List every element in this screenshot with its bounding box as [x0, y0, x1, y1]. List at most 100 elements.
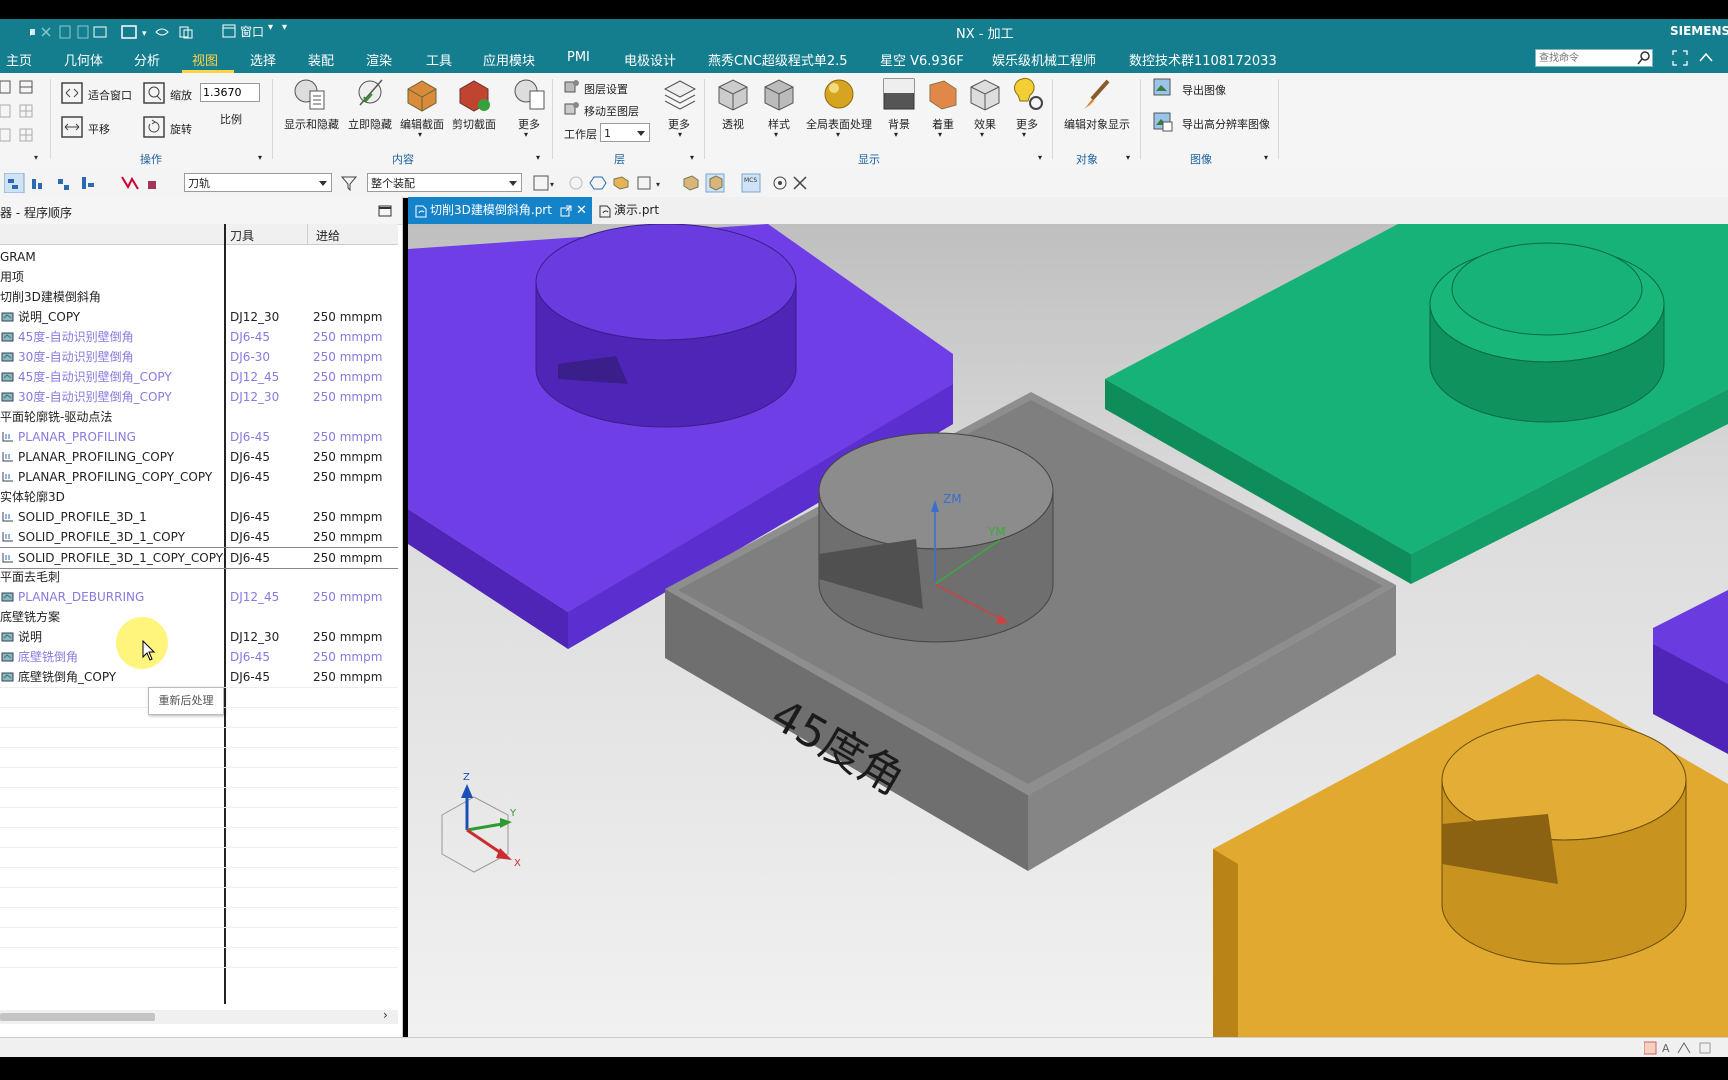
- effect-label[interactable]: 效果: [974, 116, 996, 132]
- menu-pmi[interactable]: PMI: [567, 50, 590, 65]
- background-label[interactable]: 背景: [888, 116, 910, 132]
- table-row[interactable]: 30度-自动识别壁倒角_COPY DJ12_30 250 mmpm: [0, 387, 398, 407]
- menu-home[interactable]: 主页: [6, 50, 32, 69]
- emphasis-label[interactable]: 着重: [932, 116, 954, 132]
- export-hires-image-label[interactable]: 导出高分辨率图像: [1182, 116, 1270, 132]
- clip-section-label[interactable]: 剪切截面: [452, 116, 496, 132]
- more-display-label[interactable]: 更多: [1016, 116, 1038, 132]
- table-row[interactable]: PLANAR_PROFILING_COPY_COPY DJ6-45 250 mmpm: [0, 467, 398, 487]
- scroll-right-icon[interactable]: ›: [383, 1008, 388, 1022]
- export-image-icon[interactable]: [1152, 77, 1174, 99]
- table-row[interactable]: 45度-自动识别壁倒角 DJ6-45 250 mmpm: [0, 327, 398, 347]
- collapse-ribbon-icon[interactable]: [1698, 51, 1714, 63]
- table-row[interactable]: 说明_COPY DJ12_30 250 mmpm: [0, 307, 398, 327]
- table-row[interactable]: SOLID_PROFILE_3D_1_COPY_COPY DJ6-45 250 mm…: [0, 547, 398, 569]
- table-row[interactable]: SOLID_PROFILE_3D_1_COPY DJ6-45 250 mmpm: [0, 527, 398, 547]
- table-row[interactable]: 切削3D建模倒斜角: [0, 287, 398, 307]
- column-tool-header[interactable]: 刀具: [230, 227, 254, 244]
- zoom-scale-input[interactable]: [200, 83, 260, 102]
- navigator-view-icons[interactable]: [4, 173, 174, 193]
- menu-electrode[interactable]: 电极设计: [624, 50, 676, 69]
- zoom-icon[interactable]: [142, 81, 166, 105]
- edit-object-display-icon[interactable]: [1080, 77, 1114, 111]
- move-to-layer-label[interactable]: 移动至图层: [584, 103, 639, 119]
- table-row[interactable]: 平面去毛刺: [0, 567, 398, 587]
- table-row[interactable]: 30度-自动识别壁倒角 DJ6-30 250 mmpm: [0, 347, 398, 367]
- global-surface-icon[interactable]: [822, 77, 856, 111]
- rotate-label[interactable]: 旋转: [170, 121, 192, 137]
- tab-document[interactable]: 演示.prt: [594, 197, 674, 224]
- menu-qq-group[interactable]: 数控技术群1108172033: [1129, 50, 1277, 69]
- export-image-label[interactable]: 导出图像: [1182, 82, 1226, 98]
- menu-yanxiu[interactable]: 燕秀CNC超级程式单2.5: [708, 50, 848, 69]
- table-row[interactable]: GRAM: [0, 247, 398, 267]
- work-layer-combo[interactable]: 1: [600, 123, 650, 142]
- more-content-icon[interactable]: [512, 77, 548, 113]
- move-to-layer-icon[interactable]: [564, 101, 580, 117]
- more-content-label[interactable]: 更多: [518, 116, 540, 132]
- edit-object-display-label[interactable]: 编辑对象显示: [1064, 116, 1130, 132]
- immediate-hide-icon[interactable]: [354, 77, 390, 113]
- table-row[interactable]: PLANAR_PROFILING DJ6-45 250 mmpm: [0, 427, 398, 447]
- layer-settings-label[interactable]: 图层设置: [584, 81, 628, 97]
- more-display-icon[interactable]: [1010, 77, 1044, 111]
- table-row[interactable]: PLANAR_PROFILING_COPY DJ6-45 250 mmpm: [0, 447, 398, 467]
- show-hide-label[interactable]: 显示和隐藏: [284, 116, 339, 132]
- menu-render[interactable]: 渲染: [366, 50, 392, 69]
- background-icon[interactable]: [882, 77, 916, 111]
- show-hide-icon[interactable]: [292, 77, 328, 113]
- close-tab-icon[interactable]: ✕: [576, 197, 587, 224]
- window-menu-chevron-icon[interactable]: ▾: [268, 22, 273, 33]
- column-feed-header[interactable]: 进给: [316, 227, 340, 244]
- table-row[interactable]: 用项: [0, 267, 398, 287]
- table-row[interactable]: 底壁铣倒角_COPY DJ6-45 250 mmpm: [0, 667, 398, 687]
- table-row[interactable]: 实体轮廓3D: [0, 487, 398, 507]
- clip-section-icon[interactable]: [456, 77, 492, 113]
- pan-label[interactable]: 平移: [88, 121, 110, 137]
- table-row[interactable]: 底壁铣方案: [0, 607, 398, 627]
- fit-window-label[interactable]: 适合窗口: [88, 87, 132, 103]
- edit-section-icon[interactable]: [404, 77, 440, 113]
- menu-tools[interactable]: 工具: [426, 50, 452, 69]
- orient-view-icons[interactable]: [0, 79, 40, 145]
- model-scene[interactable]: 45度角 ZM YM Z Y X: [408, 224, 1728, 1037]
- scrollbar-thumb[interactable]: [0, 1013, 155, 1021]
- filter-icon[interactable]: [340, 174, 358, 192]
- menu-assembly[interactable]: 装配: [308, 50, 334, 69]
- graphics-viewport[interactable]: 45度角 ZM YM Z Y X: [408, 224, 1728, 1037]
- export-hires-image-icon[interactable]: [1152, 111, 1174, 133]
- emphasis-icon[interactable]: [926, 77, 960, 111]
- menu-geometry[interactable]: 几何体: [64, 50, 103, 69]
- menu-xingkong[interactable]: 星空 V6.936F: [880, 50, 964, 69]
- style-label[interactable]: 样式: [768, 116, 790, 132]
- menu-entertainment[interactable]: 娱乐级机械工程师: [992, 50, 1096, 69]
- customize-chevron-icon[interactable]: ▾: [282, 22, 287, 33]
- zoom-label[interactable]: 缩放: [170, 87, 192, 103]
- table-row[interactable]: SOLID_PROFILE_3D_1 DJ6-45 250 mmpm: [0, 507, 398, 527]
- snap-point-icons[interactable]: ▾ ▾ MCS: [532, 173, 812, 193]
- immediate-hide-label[interactable]: 立即隐藏: [348, 116, 392, 132]
- fullscreen-icon[interactable]: [1672, 50, 1688, 66]
- menu-view[interactable]: 视图: [192, 50, 218, 69]
- table-row[interactable]: 45度-自动识别壁倒角_COPY DJ12_45 250 mmpm: [0, 367, 398, 387]
- perspective-icon[interactable]: [716, 77, 750, 111]
- fit-window-icon[interactable]: [60, 81, 84, 105]
- selection-scope-combo[interactable]: 整个装配: [367, 173, 522, 192]
- table-row[interactable]: PLANAR_DEBURRING DJ12_45 250 mmpm: [0, 587, 398, 607]
- perspective-label[interactable]: 透视: [722, 116, 744, 132]
- maximize-icon[interactable]: [378, 205, 392, 217]
- style-icon[interactable]: [762, 77, 796, 111]
- horizontal-scrollbar[interactable]: ›: [0, 1008, 398, 1024]
- table-row[interactable]: 说明 DJ12_30 250 mmpm: [0, 627, 398, 647]
- layer-settings-icon[interactable]: [564, 79, 580, 95]
- pan-icon[interactable]: [60, 115, 84, 139]
- popout-icon[interactable]: [560, 205, 572, 217]
- effect-icon[interactable]: [968, 77, 1002, 111]
- more-layer-icon[interactable]: [662, 77, 698, 113]
- menu-analysis[interactable]: 分析: [134, 50, 160, 69]
- menu-applications[interactable]: 应用模块: [483, 50, 535, 69]
- command-search-input[interactable]: [1535, 49, 1653, 67]
- table-row[interactable]: 底壁铣倒角 DJ6-45 250 mmpm: [0, 647, 398, 667]
- window-menu[interactable]: 窗口: [240, 23, 264, 40]
- tab-document-active[interactable]: 切削3D建模倒斜角.prt ✕: [408, 197, 592, 224]
